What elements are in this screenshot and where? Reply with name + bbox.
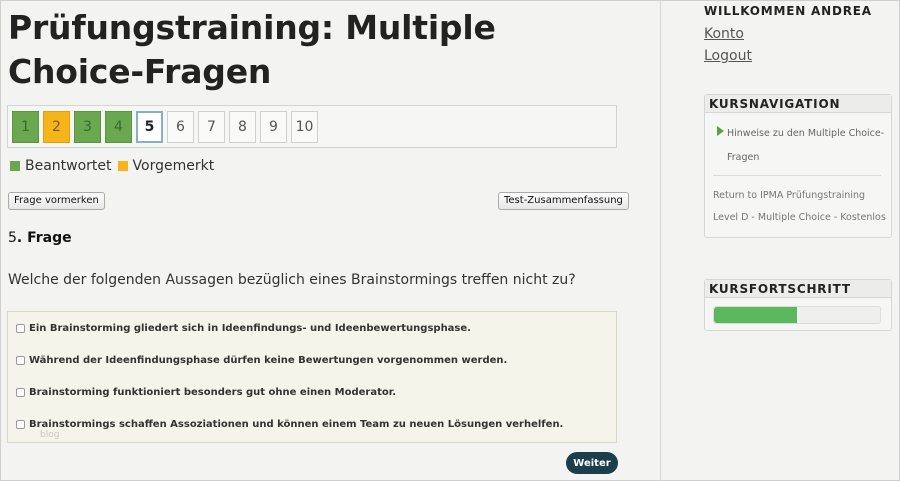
question-nav-item-current[interactable]: 5 (136, 110, 163, 143)
next-button[interactable]: Weiter (566, 452, 618, 474)
answer-option[interactable]: Während der Ideenfindungsphase dürfen ke… (16, 355, 507, 366)
answer-label: Ein Brainstorming gliedert sich in Ideen… (29, 323, 471, 334)
course-nav-current-item[interactable]: Hinweise zu den Multiple Choice-Fragen (717, 122, 885, 170)
course-nav-current-label: Hinweise zu den Multiple Choice-Fragen (727, 128, 885, 163)
logout-link[interactable]: Logout (704, 48, 752, 64)
question-number: 5 (8, 230, 17, 246)
question-nav-item[interactable]: 10 (291, 110, 318, 143)
sidebar: WILLKOMMEN ANDREA Konto Logout KURSNAVIG… (661, 0, 900, 481)
question-nav-item[interactable]: 1 (12, 110, 39, 143)
answer-checkbox[interactable] (16, 388, 25, 397)
answer-option[interactable]: Brainstormings schaffen Assoziationen un… (16, 419, 563, 430)
question-nav-item[interactable]: 7 (198, 110, 225, 143)
return-to-course-link[interactable]: Return to IPMA Prüfungstraining Level D … (713, 185, 889, 229)
answer-list: Ein Brainstorming gliedert sich in Ideen… (7, 311, 617, 443)
question-nav-item[interactable]: 4 (105, 110, 132, 143)
main-content: Prüfungstraining: Multiple Choice-Fragen… (0, 0, 660, 481)
answer-label: Während der Ideenfindungsphase dürfen ke… (29, 355, 508, 366)
legend-answered-label: Beantwortet (25, 158, 112, 174)
watermark-text: blog (40, 430, 60, 440)
answer-checkbox[interactable] (16, 324, 25, 333)
welcome-heading: WILLKOMMEN ANDREA (704, 4, 872, 18)
answer-checkbox[interactable] (16, 420, 25, 429)
mark-question-button[interactable]: Frage vormerken (8, 192, 105, 210)
answered-swatch (10, 161, 20, 171)
question-nav-item[interactable]: 8 (229, 110, 256, 143)
answer-option[interactable]: Ein Brainstorming gliedert sich in Ideen… (16, 323, 471, 334)
question-nav-item[interactable]: 9 (260, 110, 287, 143)
marked-swatch (117, 161, 128, 171)
question-text: Welche der folgenden Aussagen bezüglich … (8, 272, 576, 288)
answer-option[interactable]: Brainstorming funktioniert besonders gut… (16, 387, 396, 398)
course-navigation-panel: KURSNAVIGATION Hinweise zu den Multiple … (704, 94, 892, 238)
page-title: Prüfungstraining: Multiple Choice-Fragen (8, 8, 496, 91)
course-progress-panel: KURSFORTSCHRITT (704, 279, 892, 331)
current-arrow-icon (717, 126, 724, 136)
answer-label: Brainstormings schaffen Assoziationen un… (29, 419, 564, 430)
question-heading-label: . Frage (16, 230, 72, 246)
progress-bar-fill (714, 307, 797, 323)
question-navigation: 1 2 3 4 5 6 7 8 9 10 (7, 105, 617, 148)
progress-bar (713, 306, 881, 324)
answer-checkbox[interactable] (16, 356, 25, 365)
course-nav-divider (713, 175, 881, 176)
course-progress-heading: KURSFORTSCHRITT (705, 280, 891, 298)
question-nav-item[interactable]: 2 (43, 110, 70, 143)
answer-label: Brainstorming funktioniert besonders gut… (29, 387, 397, 398)
question-heading: 5. Frage (8, 230, 72, 246)
legend-marked-label: Vorgemerkt (132, 158, 215, 174)
status-legend: Beantwortet Vorgemerkt (10, 158, 214, 174)
test-summary-button[interactable]: Test-Zusammenfassung (498, 192, 629, 210)
question-nav-item[interactable]: 6 (167, 110, 194, 143)
question-nav-item[interactable]: 3 (74, 110, 101, 143)
account-link[interactable]: Konto (704, 26, 744, 42)
course-navigation-heading: KURSNAVIGATION (705, 95, 891, 113)
